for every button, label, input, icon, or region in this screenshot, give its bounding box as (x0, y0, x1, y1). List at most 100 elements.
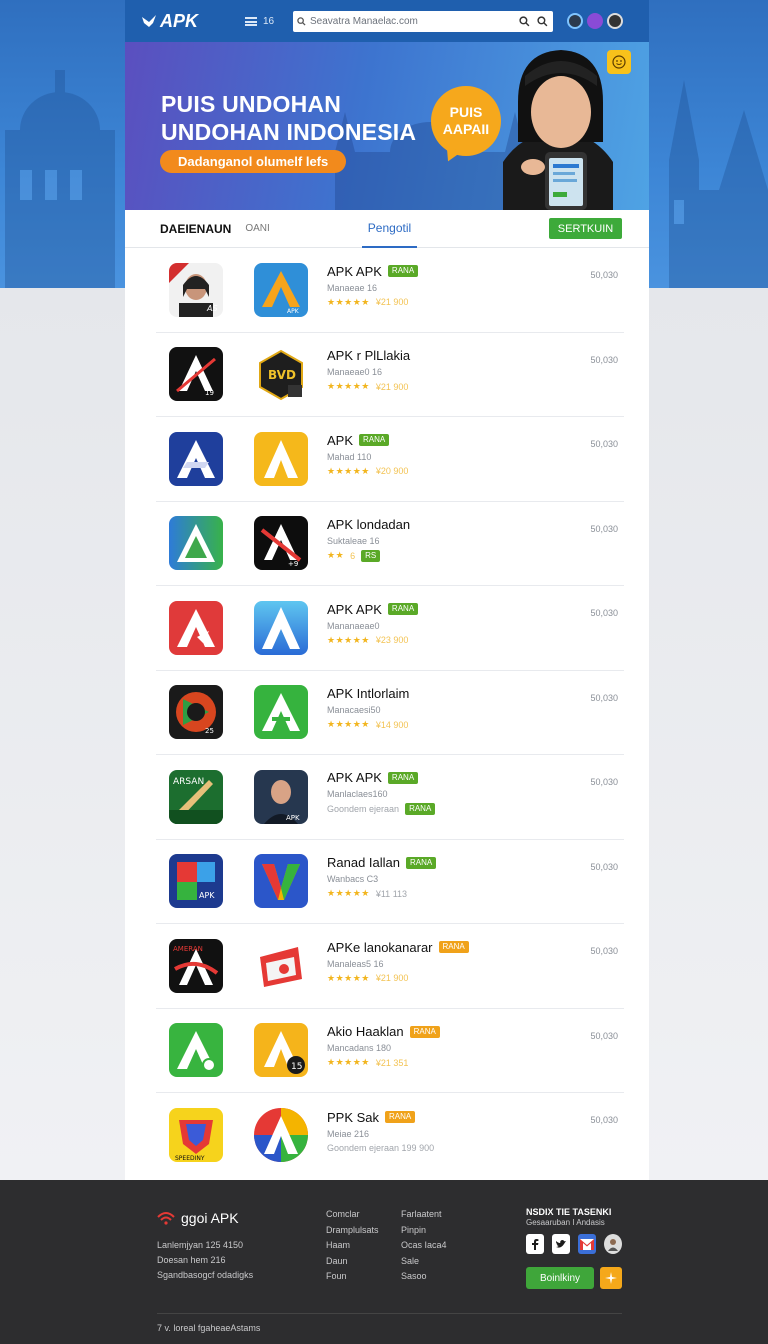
gmail-icon[interactable] (578, 1234, 596, 1254)
footer-link[interactable]: Sasoo (401, 1269, 447, 1285)
twitter-icon[interactable] (552, 1234, 570, 1254)
footer-link[interactable]: Dramplulsats (326, 1223, 379, 1239)
app-info: APK APK RANA Mananaeae0 ★★★★★ ¥23 900 (327, 602, 624, 646)
search-button[interactable] (517, 14, 531, 28)
footer-link[interactable]: Haam (326, 1238, 379, 1254)
app-subtitle: Suktaleae 16 (327, 535, 380, 546)
hero-banner: PUIS UNDOHAN UNDOHAN INDONESIA Dadangano… (125, 42, 649, 210)
app-name[interactable]: APK londadan (327, 517, 410, 532)
app-rating: ★★★★★ ¥21 900 (327, 381, 624, 392)
menu-button[interactable]: 16 (245, 16, 283, 27)
smiley-badge-icon[interactable] (607, 50, 631, 74)
app-icon-crossed-a: +9 (254, 516, 308, 571)
footer-divider (157, 1313, 622, 1314)
star-rating-icon: ★★★★★ (327, 465, 370, 476)
app-name[interactable]: Ranad Iallan (327, 855, 400, 870)
app-name[interactable]: APK APK (327, 770, 382, 785)
app-name[interactable]: Akio Haaklan (327, 1024, 404, 1039)
rating-count: ¥14 900 (375, 719, 409, 730)
app-rating: ★★ 6 RS (327, 549, 624, 562)
list-item[interactable]: AMERAN APKe lanokanarar RANA Manaleas5 1… (156, 924, 624, 1009)
footer-link[interactable]: Pinpin (401, 1223, 447, 1239)
app-icon-man-portrait: APK (254, 769, 308, 824)
footer-copyright: 7 v. loreal fgaheaeAstams (157, 1323, 261, 1333)
list-item[interactable]: APK APK RANA Mananaeae0 ★★★★★ ¥23 900 50,… (156, 586, 624, 671)
app-info: PPK Sak RANA Meiae 216 Goondem ejeraan 1… (327, 1110, 624, 1153)
hamburger-icon (245, 16, 257, 26)
voice-search-button[interactable] (535, 14, 549, 28)
sparkle-icon[interactable] (600, 1267, 622, 1289)
app-size: 50,030 (590, 946, 618, 956)
app-name[interactable]: APKe lanokanarar (327, 940, 433, 955)
search-icon (297, 16, 306, 26)
facebook-icon[interactable] (526, 1234, 544, 1254)
apk-wing-logo-icon (142, 15, 156, 27)
list-item[interactable]: APK RANA Mahad 110 ★★★★★ ¥20 900 50,030 (156, 417, 624, 502)
footer-action-button[interactable]: Boinlkiny (526, 1267, 594, 1289)
footer-link[interactable]: Comclar (326, 1207, 379, 1223)
app-name[interactable]: PPK Sak (327, 1110, 379, 1125)
rating-count: ¥20 900 (375, 466, 409, 477)
search-icon (536, 15, 547, 26)
list-item[interactable]: ARSAN APK APK APK RANA Manlaclaes160 Goo… (156, 755, 624, 840)
app-info: Ranad Iallan RANA Wanbacs C3 ★★★★★ ¥11 11… (327, 855, 624, 899)
list-item[interactable]: 25 APK Intlorlaim Manacaesi50 ★★★★★ ¥14 9… (156, 671, 624, 755)
rating-count: 6 (350, 550, 356, 561)
footer-links-col2: Farlaatent Pinpin Ocas Iaca4 Sale Sasoo (401, 1207, 447, 1285)
logo[interactable]: APK (141, 11, 235, 32)
app-tag: RANA (406, 856, 437, 869)
avatar-icon[interactable] (607, 13, 623, 29)
search-icon (518, 15, 529, 26)
messenger-icon[interactable] (587, 13, 603, 29)
social-links (526, 1234, 622, 1254)
avatar-icon[interactable] (567, 13, 583, 29)
app-name[interactable]: APK APK (327, 264, 382, 279)
app-info: APK londadan Suktaleae 16 ★★ 6 RS (327, 517, 624, 562)
app-name-line: APK APK RANA (327, 264, 624, 279)
app-info: APK APK RANA Manlaclaes160 Goondem ejera… (327, 770, 624, 816)
app-name[interactable]: APK Intlorlaim (327, 686, 409, 701)
app-icon-rainbow-a (254, 1108, 308, 1163)
svg-text:25: 25 (205, 727, 214, 735)
app-subtitle: Manlaclaes160 (327, 789, 388, 800)
app-rating: Goondem ejeraan RANA (327, 803, 624, 816)
list-item[interactable]: APK Ranad Iallan RANA Wanbacs C3 ★★★★★ ¥1… (156, 840, 624, 924)
app-name[interactable]: APK APK (327, 602, 382, 617)
tab-oani[interactable]: OANI (245, 223, 269, 234)
app-icon-bvd-hexagon: BVD (254, 347, 308, 402)
rating-count: ¥23 900 (375, 635, 409, 646)
avatar-icon[interactable] (604, 1234, 622, 1254)
footer-link[interactable]: Ocas Iaca4 (401, 1238, 447, 1254)
tab-daieenaun[interactable]: DAEIENAUN (160, 222, 231, 236)
app-name-line: PPK Sak RANA (327, 1110, 624, 1125)
footer-line: Lanlemjyan 125 4150 (157, 1240, 244, 1250)
rating-count: Goondem ejeraan (327, 804, 400, 815)
list-item[interactable]: SPEEDINY PPK Sak RANA Meiae 216 Goondem … (156, 1093, 624, 1178)
app-name-line: APK APK RANA (327, 602, 624, 617)
search-input[interactable] (310, 15, 513, 27)
app-rating: ★★★★★ ¥21 900 (327, 973, 624, 984)
footer-brand[interactable]: ggoi APK (157, 1210, 239, 1226)
app-name[interactable]: APK (327, 433, 353, 448)
city-silhouette-left (5, 70, 115, 288)
list-item[interactable]: AS APK APK APK RANA Manaeae 16 ★★★★★ ¥21 … (156, 248, 624, 333)
city-silhouette-right (669, 80, 768, 288)
star-rating-icon: ★★★★★ (327, 1057, 370, 1068)
tab-pengotil[interactable]: Pengotil (361, 210, 418, 248)
list-item[interactable]: 15 Akio Haaklan RANA Mancadans 180 ★★★★★… (156, 1009, 624, 1093)
sertkuin-button[interactable]: SERTKUIN (549, 218, 622, 239)
footer-link[interactable]: Foun (326, 1269, 379, 1285)
footer-link[interactable]: Daun (326, 1254, 379, 1270)
list-item[interactable]: +9 APK londadan Suktaleae 16 ★★ 6 RS 50,03… (156, 502, 624, 586)
app-info: APK APK RANA Manaeae 16 ★★★★★ ¥21 900 (327, 264, 624, 308)
footer-link[interactable]: Sale (401, 1254, 447, 1270)
app-rating: ★★★★★ ¥20 900 (327, 466, 624, 477)
tab-bar: DAEIENAUN OANI Pengotil SERTKUIN (125, 210, 649, 248)
footer-link[interactable]: Farlaatent (401, 1207, 447, 1223)
footer-contact: Lanlemjyan 125 4150 Doesan hem 216 Sgand… (157, 1238, 253, 1283)
app-rating: ★★★★★ ¥21 900 (327, 297, 624, 308)
list-item[interactable]: 19 BVD APK r PlLlakia Manaeae0 16 ★★★★★ ¥… (156, 333, 624, 417)
star-rating-icon: ★★★★★ (327, 296, 370, 307)
hero-cta-button[interactable]: Dadanganol olumelf lefs (160, 150, 347, 173)
app-name[interactable]: APK r PlLlakia (327, 348, 410, 363)
